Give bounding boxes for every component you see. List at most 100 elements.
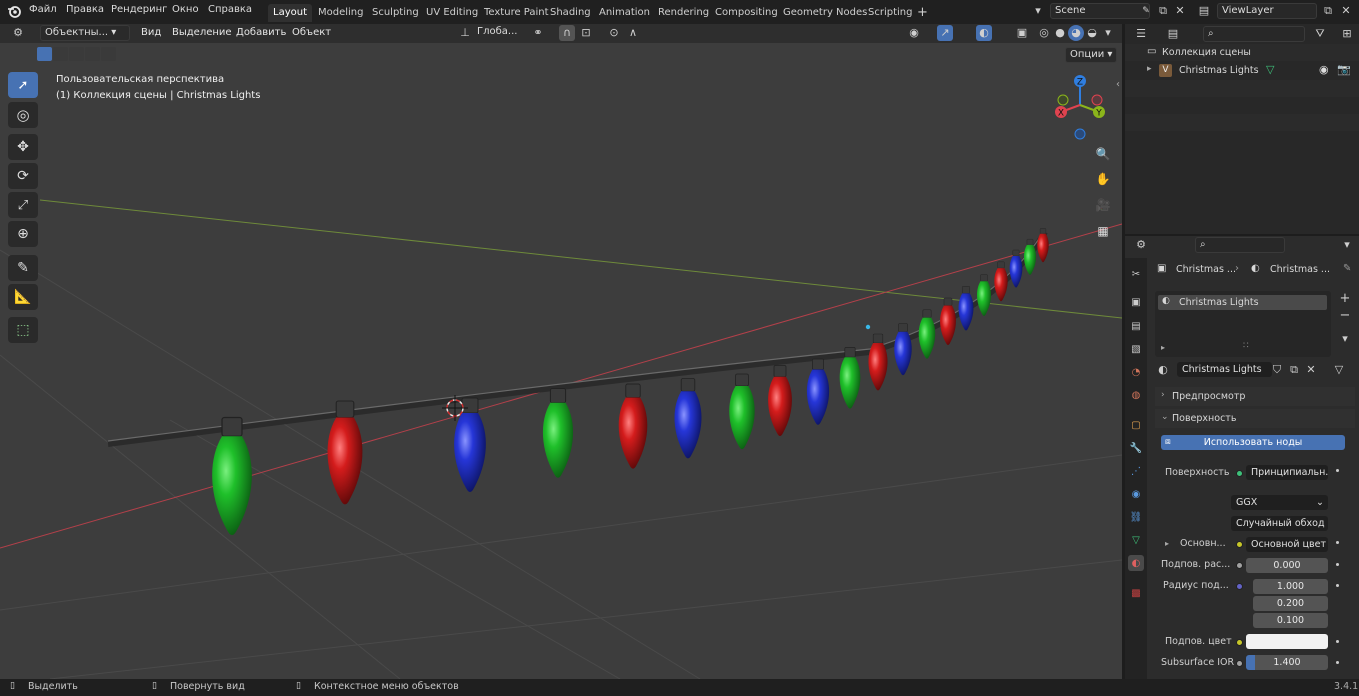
pan-button[interactable]: ✋ <box>1092 168 1114 190</box>
add-workspace-button[interactable]: + <box>912 4 933 22</box>
tab-scripting[interactable]: Scripting <box>863 4 917 22</box>
shading-options-icon[interactable]: ▾ <box>1100 25 1116 41</box>
tab-compositing[interactable]: Compositing <box>710 4 783 22</box>
world-tab-icon[interactable]: ◍ <box>1128 387 1144 403</box>
tool-select-box[interactable]: ➚ <box>8 72 38 98</box>
tool-cursor[interactable]: ◎ <box>8 102 38 128</box>
view-layer-icon[interactable]: ▤ <box>1196 3 1212 19</box>
ortho-toggle-button[interactable]: ▦ <box>1092 220 1114 242</box>
pivot-icon[interactable]: ⚭ <box>530 25 546 41</box>
overlay-toggle-icon[interactable]: ◐ <box>976 25 992 41</box>
modifier-tab-icon[interactable]: 🔧 <box>1128 440 1144 456</box>
menu-view[interactable]: Вид <box>141 27 161 38</box>
menu-object[interactable]: Объект <box>292 27 331 38</box>
data-tab-icon[interactable]: ▽ <box>1128 532 1144 548</box>
select-extend-icon[interactable] <box>53 47 68 61</box>
menu-edit[interactable]: Правка <box>66 4 104 15</box>
xray-icon[interactable]: ▣ <box>1014 25 1030 41</box>
mesh-data-icon[interactable]: ▽ <box>1266 63 1274 76</box>
select-subtract-icon[interactable] <box>69 47 84 61</box>
output-tab-icon[interactable]: ▤ <box>1128 318 1144 334</box>
snap-icon[interactable]: ∩ <box>559 25 575 41</box>
view-layer-field[interactable]: ViewLayer <box>1217 3 1317 19</box>
gizmo-toggle-icon[interactable]: ↗ <box>937 25 953 41</box>
tab-sculpting[interactable]: Sculpting <box>367 4 424 22</box>
display-mode-icon[interactable]: ▤ <box>1165 26 1181 42</box>
delete-scene-icon[interactable]: ✕ <box>1172 3 1188 19</box>
base-color-link-field[interactable]: Основной цвет <box>1246 537 1328 552</box>
filter-icon[interactable]: ⛛ <box>1312 26 1328 42</box>
view-layer-tab-icon[interactable]: ▧ <box>1128 341 1144 357</box>
new-collection-icon[interactable]: ⊞ <box>1339 26 1355 42</box>
menu-help[interactable]: Справка <box>208 4 252 15</box>
constraints-tab-icon[interactable]: ⛓ <box>1128 509 1144 525</box>
new-view-layer-icon[interactable]: ⧉ <box>1320 3 1336 19</box>
camera-render-icon[interactable]: 📷 <box>1337 63 1351 76</box>
subsurface-weight-field[interactable]: 0.000 <box>1246 558 1328 573</box>
tool-add-cube[interactable]: ⬚ <box>8 317 38 343</box>
solid-shading-icon[interactable]: ● <box>1052 25 1068 41</box>
select-new-icon[interactable] <box>37 47 52 61</box>
subsurface-radius-x[interactable]: 1.000 <box>1253 579 1328 594</box>
duplicate-material-icon[interactable]: ⧉ <box>1286 362 1302 378</box>
menu-render[interactable]: Рендеринг <box>111 4 167 15</box>
camera-view-button[interactable]: 🎥 <box>1092 194 1114 216</box>
transform-orientation[interactable]: Глоба... <box>473 25 523 41</box>
object-tab-icon[interactable]: ▢ <box>1128 417 1144 433</box>
browse-material-icon[interactable]: ◐ <box>1155 362 1171 378</box>
slot-specials-icon[interactable]: ▾ <box>1337 331 1353 347</box>
properties-editor-icon[interactable]: ⚙ <box>1133 237 1149 253</box>
menu-window[interactable]: Окно <box>172 4 199 15</box>
outliner-editor-icon[interactable]: ☰ <box>1133 26 1149 42</box>
proportional-edit-icon[interactable]: ⊙ <box>606 25 622 41</box>
render-tab-icon[interactable]: ▣ <box>1128 294 1144 310</box>
tab-shading[interactable]: Shading <box>545 4 596 22</box>
tab-rendering[interactable]: Rendering <box>653 4 714 22</box>
texture-tab-icon[interactable]: ▩ <box>1128 585 1144 601</box>
tool-rotate[interactable]: ⟳ <box>8 163 38 189</box>
outliner-row-christmas-lights[interactable]: ▸ V Christmas Lights ▽ ◉ 📷 <box>1125 62 1359 79</box>
options-dropdown[interactable]: Опции ▾ <box>1065 47 1117 63</box>
properties-options-icon[interactable]: ▾ <box>1339 237 1355 253</box>
delete-view-layer-icon[interactable]: ✕ <box>1338 3 1354 19</box>
slot-expand-icon[interactable]: ▸ <box>1161 343 1165 352</box>
wireframe-shading-icon[interactable]: ◎ <box>1036 25 1052 41</box>
tab-animation[interactable]: Animation <box>594 4 655 22</box>
scene-name-field[interactable]: Scene <box>1050 3 1150 19</box>
outliner-search[interactable]: ⌕ <box>1203 26 1305 42</box>
subsurface-method-dropdown[interactable]: Случайный обход <box>1231 516 1328 531</box>
add-slot-button[interactable]: + <box>1337 291 1353 307</box>
mode-selector[interactable]: Объектны... ▾ <box>40 25 130 41</box>
physics-tab-icon[interactable]: ◉ <box>1128 486 1144 502</box>
fake-user-icon[interactable]: ⛉ <box>1269 362 1285 378</box>
visibility-icon[interactable]: ◉ <box>906 25 922 41</box>
subsurface-color-swatch[interactable] <box>1246 634 1328 649</box>
zoom-button[interactable]: 🔍 <box>1092 143 1114 165</box>
section-surface[interactable]: ⌄ Поверхность <box>1155 409 1355 428</box>
material-name-field[interactable]: Christmas Lights <box>1177 362 1272 377</box>
sidebar-toggle-icon[interactable]: ‹ <box>1116 79 1120 90</box>
unlink-material-icon[interactable]: ✕ <box>1303 362 1319 378</box>
tool-transform[interactable]: ⊕ <box>8 221 38 247</box>
select-invert-icon[interactable] <box>85 47 100 61</box>
subsurface-ior-field[interactable]: 1.400 <box>1246 655 1328 670</box>
tab-geometry-nodes[interactable]: Geometry Nodes <box>778 4 872 22</box>
menu-file[interactable]: Файл <box>29 4 57 15</box>
scene-icon[interactable]: ▾ <box>1030 3 1046 19</box>
material-tab-icon[interactable]: ◐ <box>1128 555 1144 571</box>
particles-tab-icon[interactable]: ⋰ <box>1128 463 1144 479</box>
menu-select[interactable]: Выделение <box>172 27 232 38</box>
base-expand-icon[interactable]: ▸ <box>1165 539 1169 548</box>
eye-icon[interactable]: ◉ <box>1319 63 1329 76</box>
use-nodes-button[interactable]: ⧈ Использовать ноды <box>1161 435 1345 450</box>
pin-icon[interactable]: ✎ <box>1138 3 1154 19</box>
tool-annotate[interactable]: ✎ <box>8 255 38 281</box>
tool-measure[interactable]: 📐 <box>8 284 38 310</box>
remove-slot-button[interactable]: − <box>1337 308 1353 324</box>
distribution-dropdown[interactable]: GGX ⌄ <box>1231 495 1328 510</box>
blender-logo-icon[interactable] <box>7 4 21 18</box>
surface-shader-field[interactable]: Принципиальн... <box>1246 465 1328 480</box>
resize-grip-icon[interactable]: ∷ <box>1243 341 1249 351</box>
section-preview[interactable]: › Предпросмотр <box>1155 387 1355 406</box>
falloff-icon[interactable]: ∧ <box>625 25 641 41</box>
